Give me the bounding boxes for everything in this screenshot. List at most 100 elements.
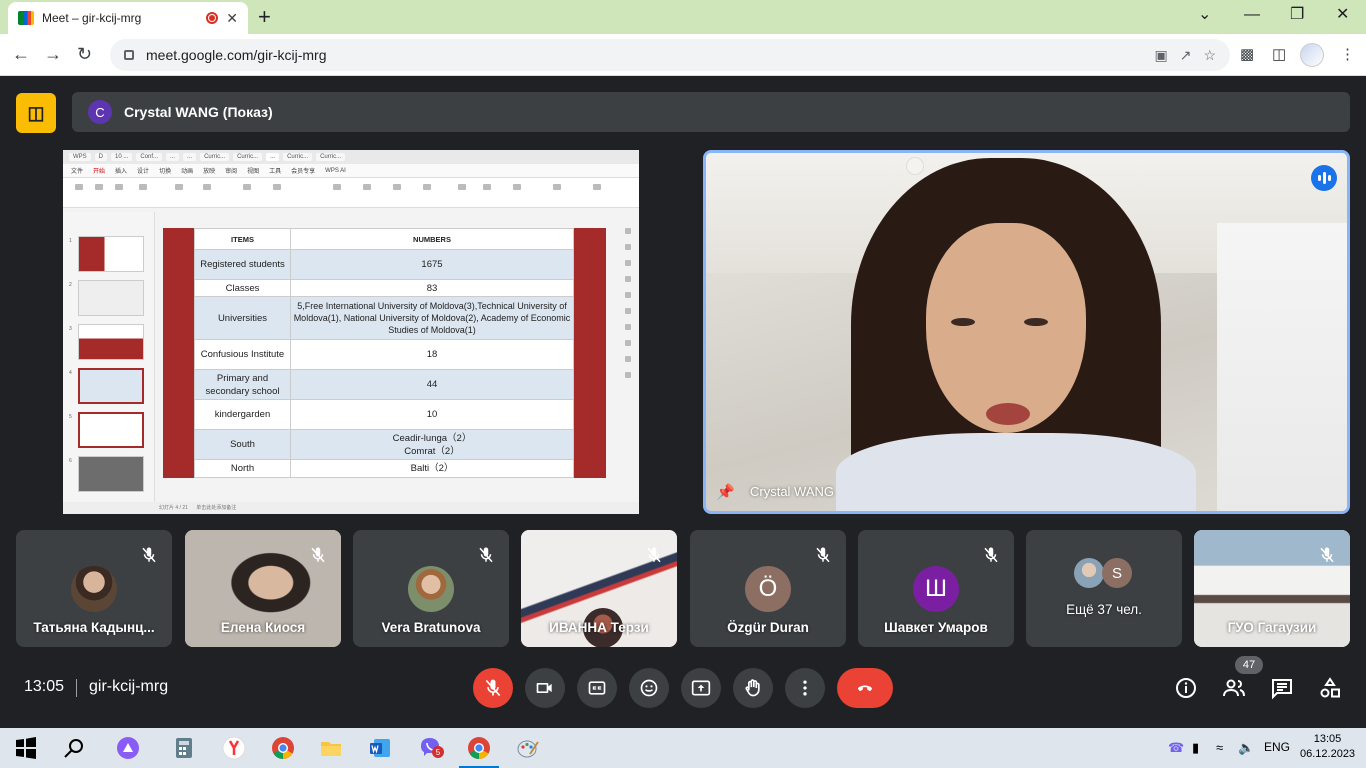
pin-icon[interactable]: 📌 (716, 483, 735, 501)
microphone-toggle-button[interactable] (473, 668, 513, 708)
call-end-icon (857, 685, 873, 691)
more-participants-tile[interactable]: S Ещё 37 чел. (1026, 530, 1182, 647)
browser-toolbar: ← → ↻ meet.google.com/gir-kcij-mrg ▣ ↗ ☆… (0, 34, 1366, 76)
new-tab-button[interactable]: + (258, 4, 271, 30)
wps-tab[interactable]: Curric... (200, 153, 230, 161)
emoji-reaction-button[interactable] (629, 668, 669, 708)
participant-tile[interactable]: Vera Bratunova (353, 530, 509, 647)
leave-call-button[interactable] (837, 668, 893, 708)
tray-language[interactable]: ENG (1264, 740, 1290, 754)
wps-menu-item[interactable]: 设计 (137, 166, 149, 175)
status-slide-count: 幻灯片 4 / 21 (159, 505, 188, 511)
window-close-button[interactable]: ✕ (1336, 4, 1349, 26)
wps-menu-item[interactable]: 切换 (159, 166, 171, 175)
slide-thumbnail[interactable] (78, 324, 144, 360)
side-panel-icon[interactable]: ◫ (1272, 45, 1286, 63)
extensions-puzzle-icon[interactable]: ▩ (1240, 45, 1254, 63)
reload-icon[interactable]: ↻ (77, 43, 92, 65)
forward-arrow-icon[interactable]: → (44, 43, 62, 65)
wps-menu-item[interactable]: 工具 (269, 166, 281, 175)
wps-menu-item[interactable]: 视图 (247, 166, 259, 175)
file-explorer-icon[interactable] (319, 736, 343, 760)
share-icon[interactable]: ↗ (1180, 47, 1192, 64)
word-icon[interactable] (368, 736, 392, 760)
alice-assistant-icon[interactable] (116, 736, 140, 760)
meeting-details-button[interactable] (1174, 676, 1198, 700)
slide-thumbnail[interactable] (78, 456, 144, 492)
wps-menu-item[interactable]: 审阅 (225, 166, 237, 175)
participant-tile[interactable]: Ö Özgür Duran (690, 530, 846, 647)
participant-name: Özgür Duran (727, 620, 809, 635)
wps-status-bar: 幻灯片 4 / 21 单击此处添加备注 (63, 502, 639, 514)
status-notes-hint[interactable]: 单击此处添加备注 (196, 505, 236, 511)
wps-tab[interactable]: WPS (69, 153, 91, 161)
wps-tab-active[interactable]: ... (266, 153, 280, 161)
wps-menu-item[interactable]: 插入 (115, 166, 127, 175)
restore-button[interactable]: ❐ (1290, 4, 1304, 26)
participant-avatar (71, 566, 117, 612)
paint-icon[interactable] (516, 736, 540, 760)
raise-hand-button[interactable] (733, 668, 773, 708)
tray-battery-icon[interactable]: ▮ (1192, 740, 1199, 756)
wps-tab[interactable]: Conf... (136, 153, 163, 161)
wps-menu-item[interactable]: 文件 (71, 166, 83, 175)
tray-wifi-icon[interactable]: ≈ (1216, 740, 1223, 755)
tab-close-icon[interactable]: ✕ (226, 10, 238, 27)
thumb-number: 4 (69, 370, 72, 376)
more-options-button[interactable] (785, 668, 825, 708)
wps-tab[interactable]: Curric... (316, 153, 346, 161)
participant-tile[interactable]: Ш Шавкет Умаров (858, 530, 1014, 647)
presentation-icon[interactable]: ◫ (16, 93, 56, 133)
participant-tile[interactable]: ИВАННА Терзи (521, 530, 677, 647)
wps-menu-item[interactable]: WPS AI (325, 168, 346, 174)
minimize-button[interactable]: — (1244, 4, 1260, 26)
tray-viber-icon[interactable]: ☎ (1168, 740, 1184, 756)
chrome-active-icon[interactable] (459, 736, 499, 768)
speaker-video-tile[interactable]: 📌 Crystal WANG (703, 150, 1350, 514)
search-icon[interactable] (62, 736, 86, 760)
captions-button[interactable] (577, 668, 617, 708)
camera-toggle-button[interactable] (525, 668, 565, 708)
camera-permission-icon[interactable]: ▣ (1154, 47, 1167, 64)
wps-tab[interactable]: Curric... (283, 153, 313, 161)
yandex-browser-icon[interactable] (222, 736, 246, 760)
speaker-name: Crystal WANG (750, 484, 835, 499)
mic-off-icon (645, 546, 663, 564)
calculator-icon[interactable] (172, 736, 196, 760)
shared-screen[interactable]: WPS D 10 ... Conf... ... ... Curric... C… (63, 150, 639, 514)
slide-thumbnail-selected[interactable] (78, 368, 144, 404)
wps-tab[interactable]: ... (166, 153, 180, 161)
bookmark-star-icon[interactable]: ☆ (1203, 47, 1216, 64)
slide-thumbnail[interactable] (78, 412, 144, 448)
wps-tab[interactable]: D (94, 153, 108, 161)
tray-clock[interactable]: 13:05 06.12.2023 (1300, 732, 1355, 762)
wps-menu-item[interactable]: 开始 (93, 166, 105, 175)
participant-tile[interactable]: Елена Киося (185, 530, 341, 647)
tab-search-icon[interactable]: ⌄ (1198, 4, 1211, 26)
wps-tab[interactable]: Curric... (233, 153, 263, 161)
participant-tile[interactable]: Татьяна Кадынц... (16, 530, 172, 647)
slide-thumbnail[interactable] (78, 236, 144, 272)
browser-tab-meet[interactable]: Meet – gir-kcij-mrg ✕ (8, 2, 248, 34)
participant-tile[interactable]: ГУО Гагаузии (1194, 530, 1350, 647)
address-bar[interactable]: meet.google.com/gir-kcij-mrg ▣ ↗ ☆ (110, 39, 1230, 71)
wps-menu-item[interactable]: 动画 (181, 166, 193, 175)
wps-menu-item[interactable]: 放映 (203, 166, 215, 175)
wps-tab[interactable]: 10 ... (111, 153, 133, 161)
slide-thumbnail[interactable] (78, 280, 144, 316)
slide-canvas[interactable]: ITEMS NUMBERS Registered students 1675 C… (163, 228, 606, 478)
back-arrow-icon[interactable]: ← (12, 43, 30, 65)
wps-menu-item[interactable]: 会员专享 (291, 166, 315, 175)
chrome-icon[interactable] (271, 736, 295, 760)
windows-start-icon[interactable] (14, 736, 38, 760)
speaker-eye (1024, 318, 1048, 326)
wps-tab-bar: WPS D 10 ... Conf... ... ... Curric... C… (63, 150, 639, 164)
wps-tab[interactable]: ... (183, 153, 197, 161)
profile-avatar[interactable] (1300, 43, 1324, 67)
activities-button[interactable] (1318, 676, 1342, 700)
browser-menu-icon[interactable]: ⋮ (1340, 45, 1355, 63)
present-screen-button[interactable] (681, 668, 721, 708)
people-button[interactable] (1222, 676, 1246, 700)
chat-button[interactable] (1270, 676, 1294, 700)
tray-volume-icon[interactable]: 🔈 (1238, 740, 1254, 756)
